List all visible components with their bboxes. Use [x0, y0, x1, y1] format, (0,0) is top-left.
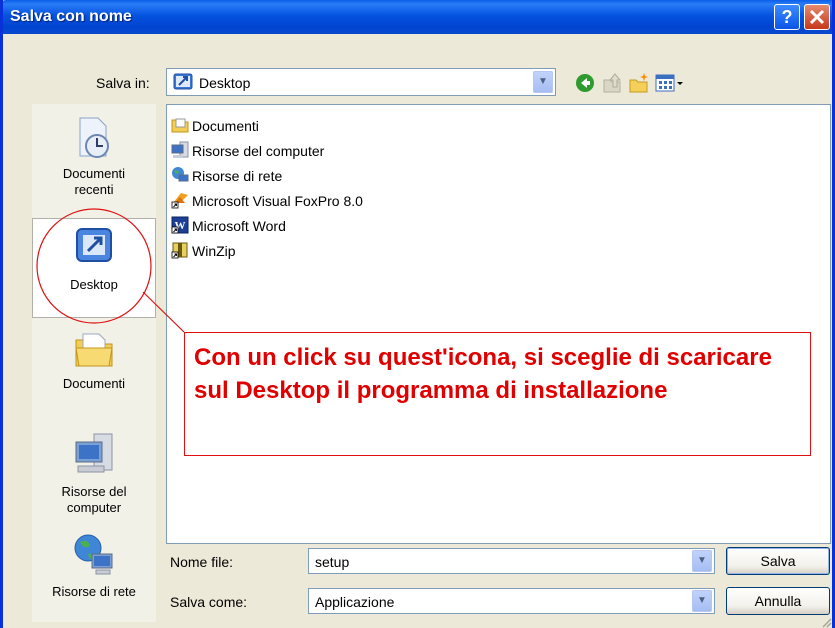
save-type-dropdown[interactable]: Applicazione ▼ [308, 588, 715, 614]
save-as-dialog: Salva con nome ? Salva in: Desktop ▼ Doc… [0, 0, 835, 628]
save-type-value: Applicazione [315, 594, 395, 610]
cancel-button[interactable]: Annulla [726, 587, 830, 615]
annotation-callout: Con un click su quest'icona, si sceglie … [184, 332, 811, 456]
resize-grip-icon[interactable] [820, 616, 832, 628]
callout-pointer [142, 291, 185, 333]
filename-field[interactable]: setup ▼ [308, 548, 715, 574]
chevron-down-icon[interactable]: ▼ [692, 550, 712, 572]
highlight-circle [36, 208, 152, 324]
annotation-text: Con un click su quest'icona, si sceglie … [194, 344, 772, 404]
chevron-down-icon[interactable]: ▼ [692, 590, 712, 612]
save-type-label: Salva come: [170, 594, 248, 610]
filename-label: Nome file: [170, 554, 234, 570]
annotation-overlay [36, 208, 185, 333]
filename-value: setup [315, 554, 350, 570]
save-button[interactable]: Salva [726, 547, 830, 575]
